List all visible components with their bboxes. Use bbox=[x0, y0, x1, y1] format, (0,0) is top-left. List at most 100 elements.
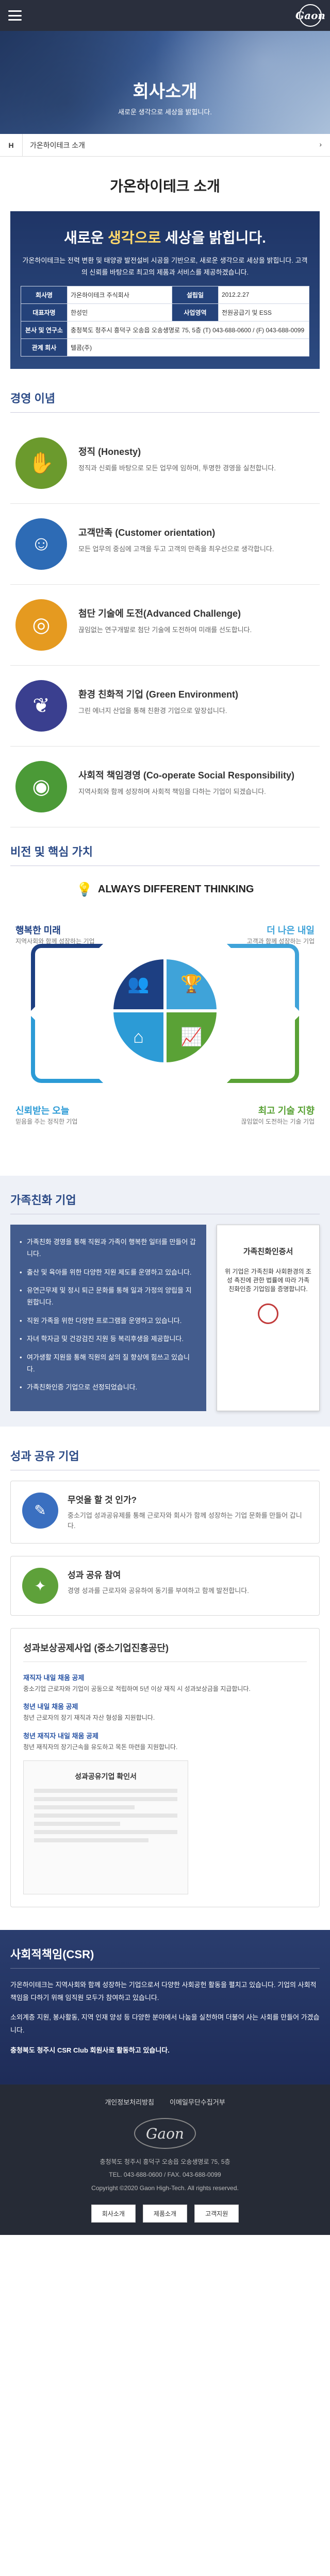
breadcrumb-label: 가온하이테크 소개 bbox=[30, 141, 85, 149]
section-title: 성과 공유 기업 bbox=[10, 1447, 320, 1470]
footer-button[interactable]: 회사소개 bbox=[91, 2204, 136, 2223]
headline-part: 새로운 bbox=[64, 230, 108, 246]
list-item: ◎ 첨단 기술에 도전(Advanced Challenge) 끊임없는 연구개발… bbox=[10, 585, 320, 666]
certificate-image: 가족친화인증서 위 기업은 가족친화 사회환경의 조성 촉진에 관한 법률에 따… bbox=[217, 1224, 320, 1411]
arc-decoration bbox=[227, 1015, 299, 1083]
share-card: ✦ 성과 공유 참여 경영 성과를 근로자와 공유하여 동기를 부여하고 함께 발… bbox=[10, 1556, 320, 1616]
hero-title: 회사소개 bbox=[133, 82, 197, 101]
vision-title: 행복한 미래 bbox=[15, 925, 61, 936]
footer-button[interactable]: 고객지원 bbox=[194, 2204, 239, 2223]
table-value: 텔콤(주) bbox=[67, 338, 309, 357]
csr-paragraph: 가온하이테크는 지역사회와 함께 성장하는 기업으로서 다양한 사회공헌 활동을… bbox=[10, 1980, 317, 2002]
breadcrumb: H 가온하이테크 소개 › bbox=[0, 133, 330, 157]
table-row: 대표자명 한성민 사업영역 전원공급기 및 ESS bbox=[21, 303, 310, 321]
home-icon[interactable]: H bbox=[0, 133, 23, 157]
hero-banner: 회사소개 새로운 생각으로 세상을 밝힙니다. bbox=[0, 31, 330, 134]
lightbulb-icon: 💡 bbox=[76, 881, 93, 897]
csr-section: 사회적책임(CSR) 가온하이테크는 지역사회와 함께 성장하는 기업으로서 다… bbox=[0, 1929, 330, 2085]
arc-decoration bbox=[31, 1015, 103, 1083]
value-desc: 모든 업무의 중심에 고객을 두고 고객의 만족을 최우선으로 생각합니다. bbox=[78, 545, 274, 553]
leaf-icon: ❦ bbox=[15, 680, 67, 732]
chart-icon: 📈 bbox=[167, 1012, 217, 1062]
cert-body: 위 기업은 가족친화 사회환경의 조성 촉진에 관한 법률에 따라 가족친화인증… bbox=[225, 1267, 311, 1293]
footer-copyright: Copyright ©2020 Gaon High-Tech. All righ… bbox=[91, 2184, 239, 2192]
menu-icon[interactable] bbox=[8, 10, 22, 21]
section-title: 가족친화 기업 bbox=[10, 1191, 320, 1214]
card-desc: 경영 성과를 근로자와 공유하여 동기를 부여하고 함께 발전합니다. bbox=[68, 1587, 249, 1595]
doc-title: 성과공유기업 확인서 bbox=[75, 1772, 137, 1781]
share-section: 성과 공유 기업 ✎ 무엇을 할 것 인가? 중소기업 성과공유제를 통해 근로자… bbox=[0, 1427, 330, 1930]
footer-contact: TEL. 043-688-0600 / FAX. 043-688-0099 bbox=[109, 2171, 221, 2179]
vision-heading: ALWAYS DIFFERENT THINKING bbox=[97, 883, 254, 895]
item-heading: 청년 재직자 내일 채움 공제 bbox=[23, 1732, 99, 1740]
item-desc: 청년 근로자의 장기 재직과 자산 형성을 지원합니다. bbox=[23, 1714, 155, 1722]
value-title: 환경 친화적 기업 (Green Environment) bbox=[78, 689, 238, 700]
document-image: 성과공유기업 확인서 bbox=[23, 1760, 188, 1894]
vision-sub: 지역사회와 함께 성장하는 기업 bbox=[15, 937, 95, 945]
list-item: 직원 가족을 위한 다양한 프로그램을 운영하고 있습니다. bbox=[20, 1315, 197, 1327]
value-title: 정직 (Honesty) bbox=[78, 446, 141, 457]
list-item: 출산 및 육아를 위한 다양한 지원 제도를 운영하고 있습니다. bbox=[20, 1266, 197, 1279]
value-desc: 정직과 신뢰를 바탕으로 모든 업무에 임하며, 투명한 경영을 실천합니다. bbox=[78, 464, 276, 472]
table-row: 관계 회사 텔콤(주) bbox=[21, 338, 309, 357]
value-title: 고객만족 (Customer orientation) bbox=[78, 527, 216, 538]
privacy-link[interactable]: 개인정보처리방침 bbox=[105, 2097, 154, 2107]
item-heading: 재직자 내일 채움 공제 bbox=[23, 1674, 85, 1682]
email-policy-link[interactable]: 이메일무단수집거부 bbox=[170, 2097, 225, 2107]
customer-icon: ☺ bbox=[15, 518, 67, 570]
vision-sub: 끊임없이 도전하는 기술 기업 bbox=[241, 1117, 315, 1125]
table-value: 2012.2.27 bbox=[218, 285, 310, 304]
csr-paragraph: 소외계층 지원, 봉사활동, 지역 인재 양성 등 다양한 분야에서 나눔을 실… bbox=[10, 2013, 320, 2034]
value-desc: 지역사회와 함께 성장하며 사회적 책임을 다하는 기업이 되겠습니다. bbox=[78, 787, 266, 795]
list-item: 청년 재직자 내일 채움 공제청년 재직자의 장기근속을 유도하고 목돈 마련을… bbox=[23, 1731, 307, 1752]
list-item: 가족친화 경영을 통해 직원과 가족이 행복한 일터를 만들어 갑니다. bbox=[20, 1236, 197, 1260]
list-item: 재직자 내일 채움 공제중소기업 근로자와 기업이 공동으로 적립하여 5년 이… bbox=[23, 1672, 307, 1694]
vision-sub: 믿음을 주는 정직한 기업 bbox=[15, 1117, 78, 1125]
section-title: 사회적책임(CSR) bbox=[10, 1945, 320, 1969]
headline-part: 세상을 밝힙니다. bbox=[161, 230, 266, 246]
vision-header: 💡 ALWAYS DIFFERENT THINKING bbox=[10, 882, 320, 897]
seal-icon bbox=[258, 1303, 278, 1324]
value-desc: 끊임없는 연구개발로 첨단 기술에 도전하여 미래를 선도합니다. bbox=[78, 625, 252, 634]
footer-buttons: 회사소개 제품소개 고객지원 bbox=[10, 2204, 320, 2223]
list-item: 여가생활 지원을 통해 직원의 삶의 질 향상에 힘쓰고 있습니다. bbox=[20, 1351, 197, 1376]
doc-line bbox=[34, 1805, 135, 1809]
handshake-icon: ✋ bbox=[15, 437, 67, 489]
table-label: 설립일 bbox=[171, 285, 219, 304]
value-title: 사회적 책임경영 (Co-operate Social Responsibili… bbox=[78, 770, 294, 781]
trophy-icon: 🏆 bbox=[167, 959, 217, 1009]
values-section: 경영 이념 ✋ 정직 (Honesty) 정직과 신뢰를 바탕으로 모든 업무에 … bbox=[0, 369, 330, 838]
cert-title: 가족친화인증서 bbox=[243, 1246, 293, 1256]
item-desc: 중소기업 근로자와 기업이 공동으로 적립하여 5년 이상 재직 시 성과보상금… bbox=[23, 1685, 251, 1693]
table-value: 한성민 bbox=[67, 303, 172, 321]
item-desc: 청년 재직자의 장기근속을 유도하고 목돈 마련을 지원합니다. bbox=[23, 1743, 178, 1751]
intro-card: 새로운 생각으로 세상을 밝힙니다. 가온하이테크는 전력 변환 및 태양광 발… bbox=[10, 211, 320, 369]
vision-diagram: 행복한 미래 지역사회와 함께 성장하는 기업 더 나은 내일 고객과 함께 성… bbox=[10, 913, 320, 1160]
footer: 개인정보처리방침 이메일무단수집거부 Gaon 충청북도 청주시 흥덕구 오송읍… bbox=[0, 2084, 330, 2235]
list-item: ✋ 정직 (Honesty) 정직과 신뢰를 바탕으로 모든 업무에 임하며, 투… bbox=[10, 423, 320, 504]
doc-line bbox=[34, 1829, 177, 1834]
headline-highlight: 생각으로 bbox=[108, 230, 161, 246]
hero-subtitle: 새로운 생각으로 세상을 밝힙니다. bbox=[118, 108, 212, 116]
arc-decoration bbox=[31, 943, 103, 1011]
family-content: 가족친화 경영을 통해 직원과 가족이 행복한 일터를 만들어 갑니다. 출산 … bbox=[10, 1224, 320, 1411]
breadcrumb-current[interactable]: 가온하이테크 소개 › bbox=[23, 140, 330, 150]
people-icon: ✦ bbox=[22, 1568, 58, 1604]
list-item: ❦ 환경 친화적 기업 (Green Environment) 그린 에너지 산업… bbox=[10, 666, 320, 747]
family-section: 가족친화 기업 가족친화 경영을 통해 직원과 가족이 행복한 일터를 만들어 … bbox=[0, 1175, 330, 1427]
page-title: 가온하이테크 소개 bbox=[110, 178, 220, 194]
logo[interactable]: Gaon bbox=[295, 4, 325, 27]
card-desc: 중소기업 성과공유제를 통해 근로자와 회사가 함께 성장하는 기업 문화를 만… bbox=[68, 1511, 302, 1530]
table-value: 가온하이테크 주식회사 bbox=[67, 285, 172, 304]
vision-title: 최고 기술 지향 bbox=[258, 1105, 315, 1116]
footer-button[interactable]: 제품소개 bbox=[142, 2204, 188, 2223]
item-heading: 청년 내일 채움 공제 bbox=[23, 1703, 78, 1711]
vision-circle: 👥 🏆 ⌂ 📈 bbox=[113, 959, 217, 1062]
globe-icon: ◉ bbox=[15, 760, 67, 812]
vision-section: 비전 및 핵심 가치 💡 ALWAYS DIFFERENT THINKING 행… bbox=[0, 838, 330, 1176]
table-label: 대표자명 bbox=[21, 303, 68, 321]
doc-line bbox=[34, 1797, 177, 1801]
box-title: 성과보상공제사업 (중소기업진흥공단) bbox=[23, 1641, 307, 1663]
footer-logo: Gaon bbox=[134, 2118, 196, 2149]
value-title: 첨단 기술에 도전(Advanced Challenge) bbox=[78, 608, 241, 619]
